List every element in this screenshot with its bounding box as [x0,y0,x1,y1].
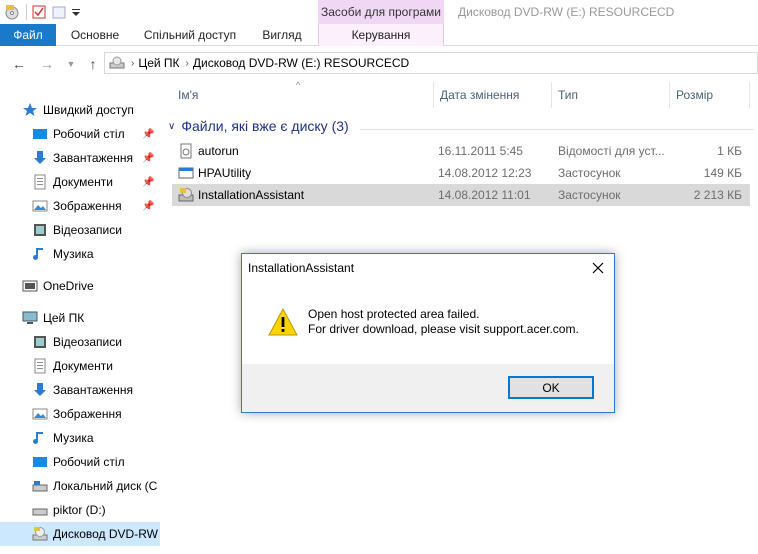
sidebar-item-downloads-pc[interactable]: Завантаження [0,378,160,402]
onedrive-icon [22,278,38,294]
download-icon [32,150,48,166]
column-header-type[interactable]: Тип [552,82,670,108]
sidebar-item-dvd-drive[interactable]: Дисковод DVD-RW [0,522,160,546]
star-icon [22,102,38,118]
file-row-installationassistant[interactable]: InstallationAssistant 14.08.2012 11:01 З… [172,184,750,206]
sidebar-item-pictures-pc[interactable]: Зображення [0,402,160,426]
tab-manage[interactable]: Керування [318,24,444,46]
pin-icon[interactable]: 📌 [142,201,154,212]
pin-icon[interactable]: 📌 [142,177,154,188]
desktop-icon [32,126,48,142]
music-icon [32,246,48,262]
breadcrumb-this-pc[interactable]: Цей ПК [138,56,179,70]
sidebar-item-music[interactable]: Музика [0,242,160,266]
tools-context-header: Засоби для програми [318,0,444,24]
breadcrumb-dvd-drive[interactable]: Дисковод DVD-RW (E:) RESOURCECD [193,56,409,70]
sidebar-item-desktop-pc[interactable]: Робочий стіл [0,450,160,474]
ok-button[interactable]: OK [508,376,594,399]
sidebar-item-documents-pc[interactable]: Документи [0,354,160,378]
error-dialog: InstallationAssistant Open host protecte… [241,253,615,413]
new-folder-icon[interactable] [51,4,67,20]
music-icon [32,430,48,446]
close-icon[interactable] [582,254,614,282]
videos-icon [32,222,48,238]
chevron-down-icon[interactable]: ∨ [168,121,175,132]
dvd-drive-icon [109,55,125,71]
column-header-name[interactable]: Ім'я [172,82,434,108]
sort-ascending-icon: ^ [296,80,301,90]
file-row-autorun[interactable]: autorun 16.11.2011 5:45 Відомості для ус… [172,140,750,162]
breadcrumb-chevron-icon[interactable]: › [186,58,189,69]
settings-file-icon [178,143,194,159]
dvd-app-icon[interactable] [4,4,20,20]
title-bar: Засоби для програми Дисковод DVD-RW (E:)… [0,0,758,24]
tab-file[interactable]: Файл [0,24,56,46]
computer-icon [22,310,38,326]
column-header-date[interactable]: Дата змінення [434,82,552,108]
drive-icon [32,478,48,494]
pin-icon[interactable]: 📌 [142,129,154,140]
column-header-size[interactable]: Розмір [670,82,750,108]
navigation-bar: ← → ▼ ↑ › Цей ПК › Дисковод DVD-RW (E:) … [0,46,758,82]
up-arrow-icon[interactable]: ↑ [84,56,102,72]
download-icon [32,382,48,398]
address-bar[interactable]: › Цей ПК › Дисковод DVD-RW (E:) RESOURCE… [104,52,758,74]
breadcrumb-chevron-icon[interactable]: › [131,58,134,69]
dialog-footer: OK [242,364,614,412]
application-icon [178,165,194,181]
sidebar-item-desktop[interactable]: Робочий стіл 📌 [0,122,160,146]
sidebar-item-videos-pc[interactable]: Відеозаписи [0,330,160,354]
group-header[interactable]: ∨ Файли, які вже є диску (3) [168,118,349,134]
file-row-hpautility[interactable]: HPAUtility 14.08.2012 12:23 Застосунок 1… [172,162,750,184]
sidebar-item-this-pc[interactable]: Цей ПК [0,306,160,330]
sidebar-item-downloads[interactable]: Завантаження 📌 [0,146,160,170]
customize-toolbar-icon[interactable] [71,4,81,20]
warning-icon [267,306,299,338]
recent-locations-chevron-icon[interactable]: ▼ [62,56,80,72]
pictures-icon [32,198,48,214]
pictures-icon [32,406,48,422]
installer-icon [178,187,194,203]
sidebar-item-videos[interactable]: Відеозаписи [0,218,160,242]
desktop-icon [32,454,48,470]
tab-view[interactable]: Вигляд [246,24,318,46]
drive-icon [32,502,48,518]
properties-icon[interactable] [31,4,47,20]
tab-share[interactable]: Спільний доступ [134,24,246,46]
dialog-message-line1: Open host protected area failed. [308,307,480,321]
pin-icon[interactable]: 📌 [142,153,154,164]
videos-icon [32,334,48,350]
column-headers: Ім'я Дата змінення Тип Розмір ^ [164,80,758,108]
forward-arrow-icon[interactable]: → [38,56,56,72]
sidebar-item-quick-access[interactable]: Швидкий доступ [0,98,160,122]
dialog-body: Open host protected area failed. For dri… [242,282,614,364]
sidebar-item-pictures[interactable]: Зображення 📌 [0,194,160,218]
dialog-title: InstallationAssistant [248,261,355,275]
documents-icon [32,358,48,374]
dvd-icon [32,526,48,542]
quick-access-toolbar [0,0,81,24]
sidebar-item-music-pc[interactable]: Музика [0,426,160,450]
group-divider [360,129,754,130]
dialog-message-line2: For driver download, please visit suppor… [308,322,579,336]
sidebar-item-piktor-d[interactable]: piktor (D:) [0,498,160,522]
sidebar-item-local-disk-c[interactable]: Локальний диск (C [0,474,160,498]
toolbar-separator [26,4,27,20]
sidebar-item-onedrive[interactable]: OneDrive [0,274,160,298]
window-title: Дисковод DVD-RW (E:) RESOURCECD [458,5,675,19]
navigation-pane: Швидкий доступ Робочий стіл 📌 Завантажен… [0,96,160,554]
sidebar-item-documents[interactable]: Документи 📌 [0,170,160,194]
documents-icon [32,174,48,190]
back-arrow-icon[interactable]: ← [10,56,28,72]
ribbon-tabs: Файл Основне Спільний доступ Вигляд Керу… [0,24,758,46]
tab-home[interactable]: Основне [56,24,134,46]
